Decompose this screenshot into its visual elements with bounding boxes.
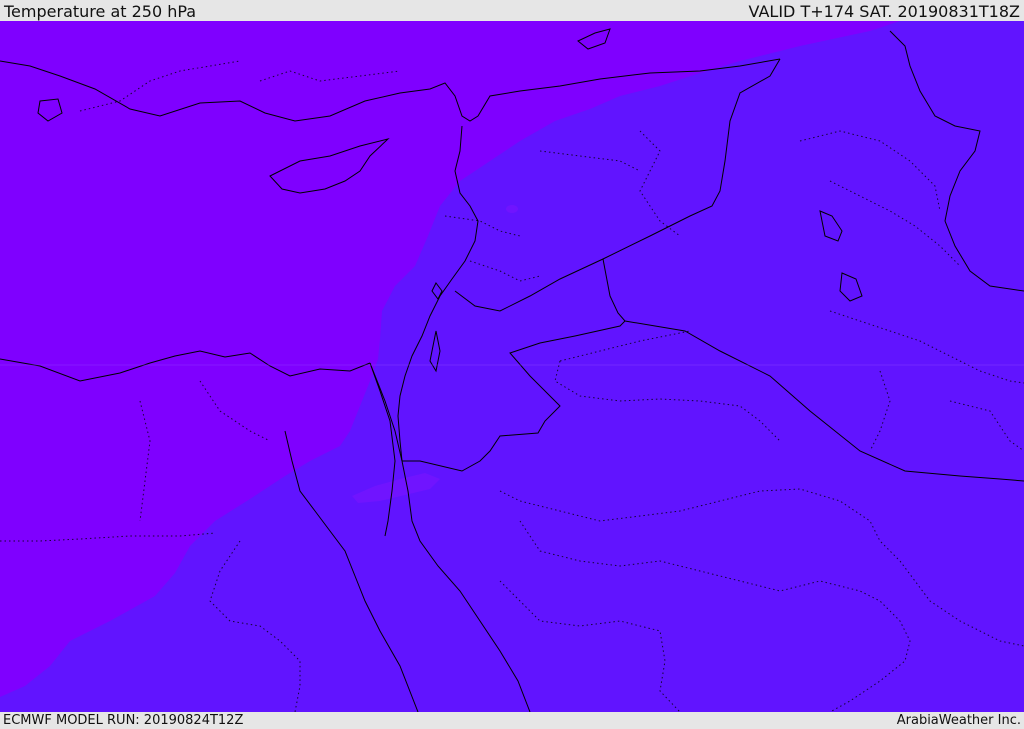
model-run-label: ECMWF MODEL RUN: 20190824T12Z: [3, 713, 244, 728]
map-title: Temperature at 250 hPa: [4, 2, 197, 21]
valid-time: VALID T+174 SAT. 20190831T18Z: [748, 2, 1020, 21]
footer-bar: ECMWF MODEL RUN: 20190824T12Z ArabiaWeat…: [0, 712, 1024, 729]
header-bar: Temperature at 250 hPa VALID T+174 SAT. …: [0, 0, 1024, 21]
map-panel[interactable]: [0, 21, 1024, 712]
warm-patch-small: [506, 205, 518, 213]
credit-label: ArabiaWeather Inc.: [896, 713, 1021, 728]
temperature-map[interactable]: [0, 21, 1024, 712]
